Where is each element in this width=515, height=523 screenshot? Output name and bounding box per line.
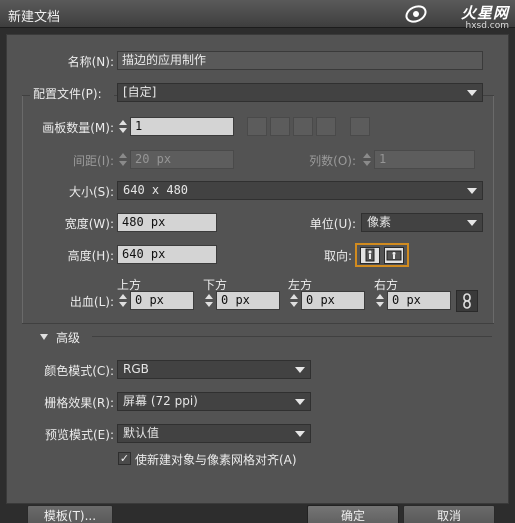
arrange-by-column-icon bbox=[316, 117, 336, 136]
profile-group-bottom bbox=[22, 323, 494, 324]
size-select[interactable]: 640 x 480 bbox=[117, 181, 483, 200]
artboards-label: 画板数量(M): bbox=[42, 121, 114, 135]
grid-by-row-icon bbox=[247, 117, 267, 136]
window-title: 新建文档 bbox=[8, 10, 61, 25]
portrait-icon bbox=[365, 248, 375, 262]
artboards-input[interactable]: 1 bbox=[130, 117, 234, 136]
units-label: 单位(U): bbox=[309, 217, 356, 231]
artboards-stepper[interactable] bbox=[117, 117, 129, 136]
size-select-value: 640 x 480 bbox=[123, 183, 189, 197]
cancel-button[interactable]: 取消 bbox=[403, 505, 495, 523]
profile-group-left bbox=[22, 96, 23, 324]
chevron-down-icon bbox=[295, 367, 305, 373]
color-mode-select[interactable]: RGB bbox=[117, 360, 311, 379]
preview-mode-select[interactable]: 默认值 bbox=[117, 424, 311, 443]
raster-effects-select[interactable]: 屏幕 (72 ppi) bbox=[117, 392, 311, 411]
profile-select[interactable]: [自定] bbox=[117, 83, 483, 102]
chevron-down-icon bbox=[467, 90, 477, 96]
spacing-stepper bbox=[117, 150, 129, 169]
color-mode-label: 颜色模式(C): bbox=[44, 364, 114, 378]
preview-mode-value: 默认值 bbox=[123, 426, 160, 440]
profile-group-right bbox=[493, 96, 494, 324]
watermark-url: hxsd.com bbox=[465, 21, 509, 31]
preview-mode-label: 预览模式(E): bbox=[45, 428, 114, 442]
landscape-button[interactable] bbox=[384, 247, 404, 264]
columns-input: 1 bbox=[374, 150, 475, 169]
watermark: 火星网 hxsd.com bbox=[461, 2, 509, 31]
bleed-top-input[interactable]: 0 px bbox=[130, 291, 194, 310]
grid-by-column-icon bbox=[270, 117, 290, 136]
spacing-label: 间距(I): bbox=[73, 154, 114, 168]
chevron-down-icon bbox=[467, 188, 477, 194]
width-input[interactable]: 480 px bbox=[117, 213, 217, 232]
bleed-bottom-input[interactable]: 0 px bbox=[216, 291, 280, 310]
watermark-logo-icon bbox=[405, 5, 427, 23]
portrait-button[interactable] bbox=[360, 247, 380, 264]
profile-select-value: [自定] bbox=[123, 85, 157, 99]
landscape-icon bbox=[386, 250, 402, 261]
title-bar: 新建文档 火星网 hxsd.com bbox=[0, 0, 515, 31]
chevron-down-icon bbox=[295, 399, 305, 405]
bleed-top-stepper[interactable] bbox=[117, 291, 129, 310]
advanced-divider bbox=[92, 336, 492, 337]
chevron-down-icon bbox=[295, 431, 305, 437]
bleed-left-stepper[interactable] bbox=[288, 291, 300, 310]
units-select-value: 像素 bbox=[367, 215, 392, 229]
spacing-input: 20 px bbox=[130, 150, 234, 169]
bleed-left-input[interactable]: 0 px bbox=[301, 291, 365, 310]
orientation-group bbox=[355, 243, 409, 267]
link-bleed-button[interactable] bbox=[456, 290, 478, 312]
disclosure-triangle-icon[interactable] bbox=[40, 334, 48, 340]
bleed-right-input[interactable]: 0 px bbox=[387, 291, 451, 310]
name-input[interactable]: 描边的应用制作 bbox=[117, 51, 483, 70]
right-to-left-layout-icon bbox=[350, 117, 370, 136]
raster-effects-label: 栅格效果(R): bbox=[44, 396, 114, 410]
bleed-bottom-stepper[interactable] bbox=[203, 291, 215, 310]
orientation-label: 取向: bbox=[323, 249, 352, 263]
raster-effects-value: 屏幕 (72 ppi) bbox=[123, 394, 198, 408]
size-label: 大小(S): bbox=[68, 185, 114, 199]
advanced-header: 高级 bbox=[56, 331, 81, 345]
color-mode-value: RGB bbox=[123, 362, 149, 376]
templates-button[interactable]: 模板(T)... bbox=[27, 505, 113, 523]
units-select[interactable]: 像素 bbox=[361, 213, 483, 232]
arrange-by-row-icon bbox=[293, 117, 313, 136]
columns-label: 列数(O): bbox=[309, 154, 356, 168]
height-input[interactable]: 640 px bbox=[117, 245, 217, 264]
profile-label: 配置文件(P): bbox=[30, 85, 114, 102]
bleed-right-stepper[interactable] bbox=[374, 291, 386, 310]
name-label: 名称(N): bbox=[67, 55, 114, 69]
chevron-down-icon bbox=[467, 220, 477, 226]
width-label: 宽度(W): bbox=[64, 217, 114, 231]
columns-stepper bbox=[361, 150, 373, 169]
align-pixel-checkbox[interactable]: ✓ bbox=[118, 452, 131, 465]
ok-button[interactable]: 确定 bbox=[307, 505, 399, 523]
height-label: 高度(H): bbox=[67, 249, 114, 263]
align-pixel-label[interactable]: 使新建对象与像素网格对齐(A) bbox=[135, 451, 297, 468]
chain-link-icon bbox=[463, 293, 471, 309]
watermark-brand: 火星网 bbox=[460, 4, 509, 22]
bleed-label: 出血(L): bbox=[69, 295, 114, 309]
